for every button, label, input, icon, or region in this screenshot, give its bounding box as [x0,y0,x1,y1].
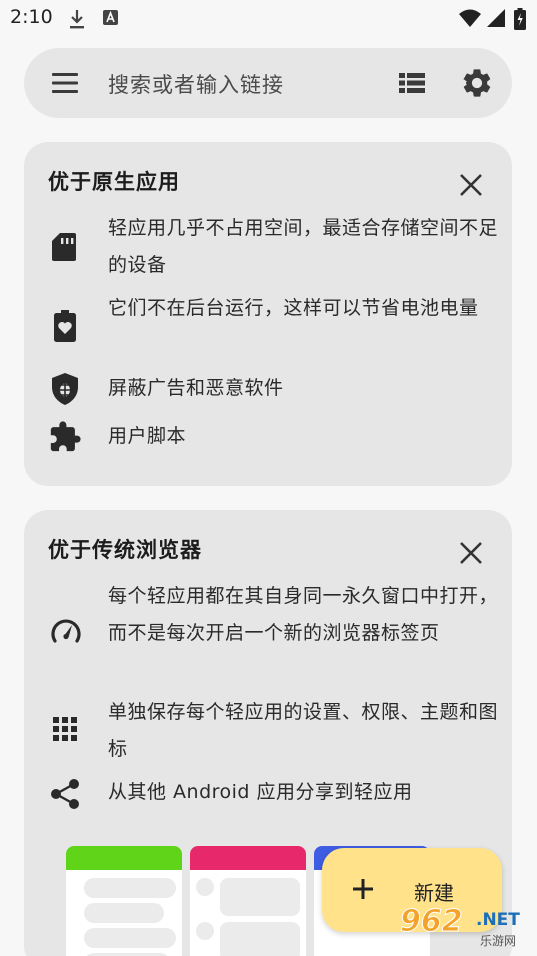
feature-text: 每个轻应用都在其自身同一永久窗口中打开，而不是每次开启一个新的浏览器标签页 [108,585,499,644]
list-view-icon[interactable] [398,70,426,100]
apps-grid-icon [52,716,78,746]
battery-heart-icon [54,310,76,346]
sd-card-icon [50,232,78,266]
shield-bug-icon [50,372,80,410]
status-bar: 2:10 [0,0,537,36]
search-input[interactable]: 搜索或者输入链接 [108,69,284,99]
watermark-number: 962 [400,904,464,940]
window-color-bar [66,846,182,870]
share-icon [50,778,80,814]
watermark-logo: 962 .NET 乐游网 [396,904,532,954]
card-title: 优于原生应用 [48,170,180,194]
plus-icon [350,876,376,906]
battery-charging-icon [514,8,526,34]
watermark-subtitle: 乐游网 [480,934,517,948]
placeholder-line [84,903,164,923]
feature-text: 从其他 Android 应用分享到轻应用 [108,781,413,803]
placeholder-block [220,878,300,916]
font-notification-icon [102,8,120,32]
feature-text: 它们不在后台运行，这样可以节省电池电量 [108,297,479,319]
close-icon[interactable] [458,172,484,202]
feature-text: 屏蔽广告和恶意软件 [108,377,284,399]
wifi-icon [458,8,482,32]
settings-gear-icon[interactable] [460,66,494,104]
close-icon[interactable] [458,540,484,570]
new-app-label: 新建 [414,881,454,905]
status-time: 2:10 [10,6,53,28]
menu-icon[interactable] [50,70,80,100]
placeholder-dot [196,922,214,940]
signal-icon [486,8,506,32]
card-title: 优于传统浏览器 [48,538,202,562]
watermark-domain: .NET [476,910,520,930]
placeholder-line [84,928,176,948]
feature-text: 用户脚本 [108,425,187,447]
search-bar[interactable]: 搜索或者输入链接 [24,48,512,118]
native-apps-card: 优于原生应用 轻应用几乎不占用空间，最适合存储空间不足的设备 它们不在后台运行，… [24,142,512,486]
feature-text: 轻应用几乎不占用空间，最适合存储空间不足的设备 [108,217,499,276]
placeholder-block [220,922,300,956]
placeholder-line [84,878,176,898]
puzzle-icon [48,420,82,458]
window-color-bar [190,846,306,870]
illustration-app-window [190,846,306,956]
feature-text: 单独保存每个轻应用的设置、权限、主题和图标 [108,701,499,760]
placeholder-dot [196,878,214,896]
download-icon [68,8,86,34]
speedometer-icon [50,616,82,650]
illustration-app-window [66,846,182,956]
